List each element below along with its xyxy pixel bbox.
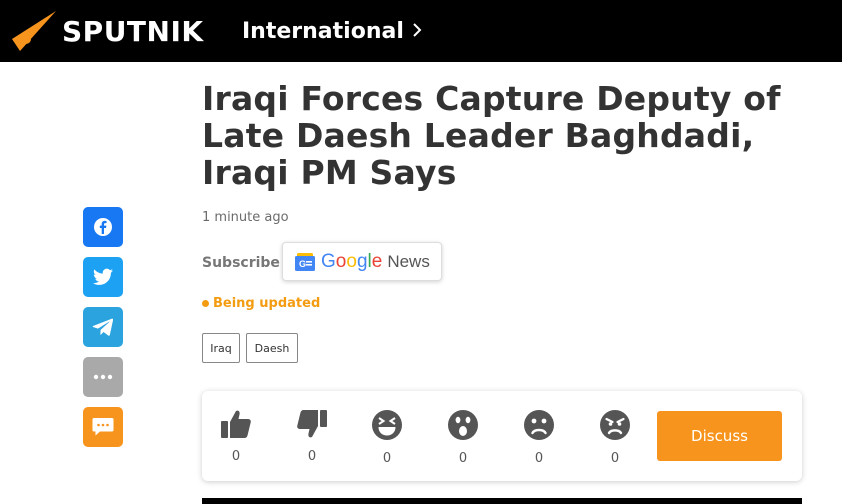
reaction-sad-count: 0	[534, 451, 544, 466]
status-dot-icon	[202, 300, 209, 307]
update-status: Being updated	[202, 296, 320, 311]
reaction-dislike[interactable]: 0	[292, 409, 332, 464]
share-facebook-button[interactable]	[83, 207, 123, 247]
surprise-icon	[448, 410, 478, 440]
article-timestamp: 1 minute ago	[202, 210, 289, 225]
reaction-surprise[interactable]: 0	[443, 409, 483, 466]
article-title: Iraqi Forces Capture Deputy of Late Daes…	[202, 79, 781, 192]
more-icon	[93, 374, 113, 380]
reaction-sad[interactable]: 0	[519, 409, 559, 466]
google-news-label: News	[387, 251, 430, 271]
comment-icon	[92, 418, 114, 436]
svg-text:G: G	[299, 259, 306, 269]
site-header: SPUTNIK International	[0, 0, 842, 62]
share-telegram-button[interactable]	[83, 307, 123, 347]
edition-link[interactable]: International	[242, 19, 404, 44]
dislike-icon	[297, 410, 327, 438]
google-news-button[interactable]: G Google News	[282, 242, 442, 281]
reaction-angry-count: 0	[610, 451, 620, 466]
reaction-dislike-count: 0	[307, 449, 317, 464]
chevron-right-icon[interactable]	[412, 22, 422, 38]
sad-icon	[524, 410, 554, 440]
content-divider	[202, 498, 802, 504]
angry-icon	[600, 410, 630, 440]
laugh-icon	[372, 410, 402, 440]
share-twitter-button[interactable]	[83, 257, 123, 297]
like-icon	[221, 410, 251, 438]
google-news-icon: G	[295, 252, 315, 271]
reactions-panel: 0 0 0 0 0 0 Discuss	[202, 391, 802, 481]
share-more-button[interactable]	[83, 357, 123, 397]
discuss-button[interactable]: Discuss	[657, 411, 782, 461]
telegram-icon	[92, 318, 114, 336]
logo-text: SPUTNIK	[62, 14, 204, 48]
reaction-surprise-count: 0	[458, 451, 468, 466]
sputnik-logo-icon	[12, 11, 56, 51]
reaction-like-count: 0	[231, 449, 241, 464]
reaction-angry[interactable]: 0	[595, 409, 635, 466]
tag-iraq[interactable]: Iraq	[202, 333, 240, 363]
reaction-laugh-count: 0	[382, 451, 392, 466]
facebook-icon	[94, 218, 112, 236]
twitter-icon	[93, 268, 113, 285]
reaction-laugh[interactable]: 0	[367, 409, 407, 466]
comments-button[interactable]	[83, 407, 123, 447]
update-status-label: Being updated	[213, 296, 321, 311]
google-wordmark: Google	[321, 250, 383, 272]
reaction-like[interactable]: 0	[216, 409, 256, 464]
sputnik-logo[interactable]: SPUTNIK	[12, 11, 204, 51]
tag-daesh[interactable]: Daesh	[246, 333, 298, 363]
subscribe-label: Subscribe	[202, 255, 280, 271]
